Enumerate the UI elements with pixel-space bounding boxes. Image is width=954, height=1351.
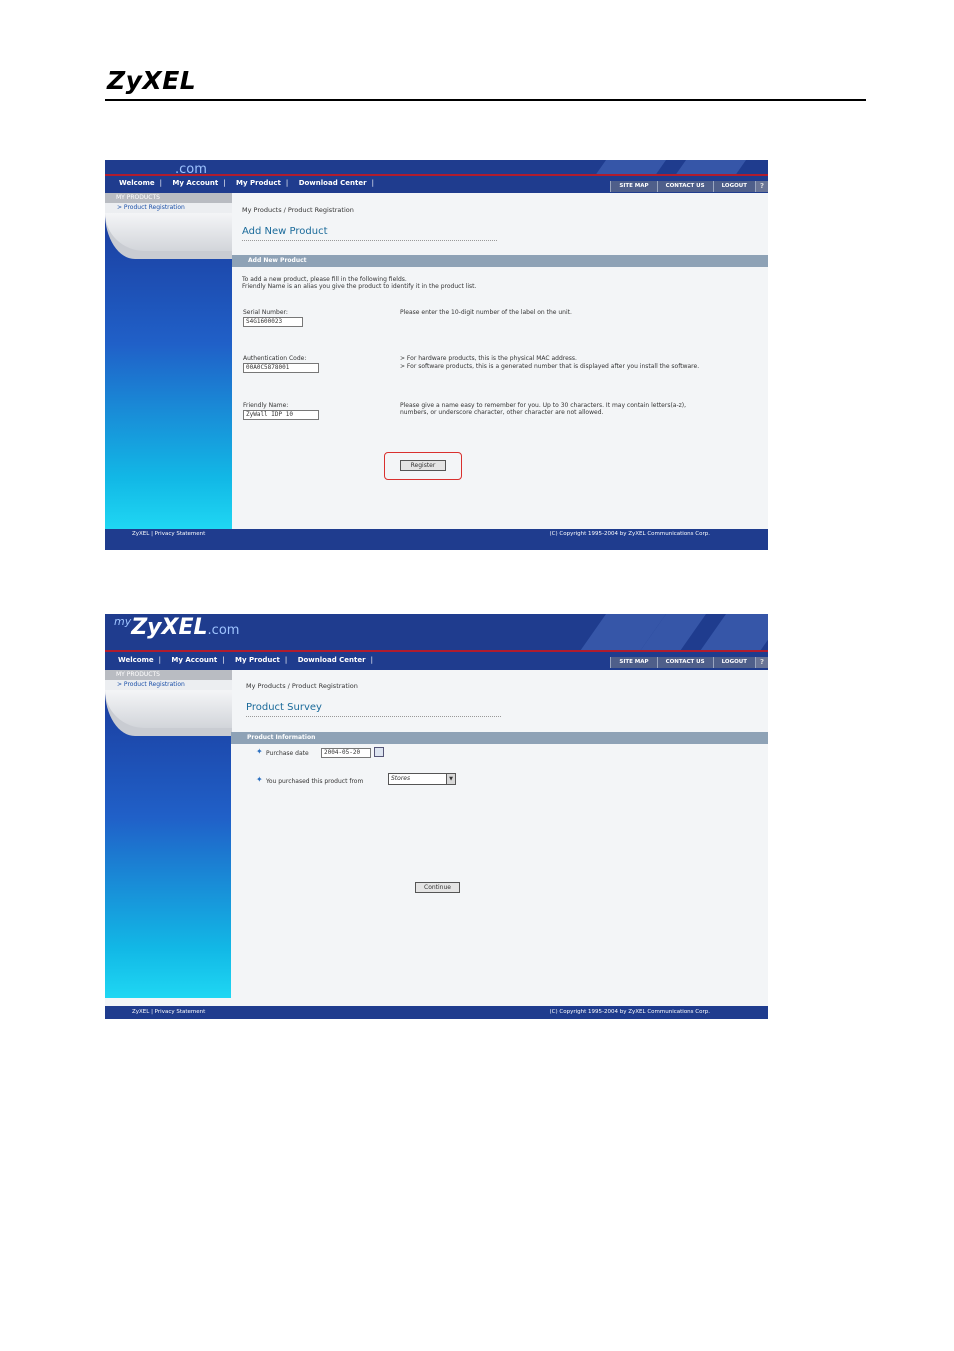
nav-my-account[interactable]: My Account bbox=[171, 656, 217, 664]
sidebar-heading: MY PRODUCTS bbox=[105, 670, 232, 680]
purchase-from-label: You purchased this product from bbox=[266, 778, 364, 785]
footer: ZyXEL | Privacy Statement (C) Copyright … bbox=[105, 1006, 768, 1019]
sidebar-heading: MY PRODUCTS bbox=[105, 193, 232, 203]
section-header: Product Information bbox=[231, 732, 768, 744]
footer-copyright: (C) Copyright 1995-2004 by ZyXEL Communi… bbox=[549, 531, 710, 537]
sidebar-decoration bbox=[105, 690, 232, 736]
continue-button[interactable]: Continue bbox=[415, 882, 460, 893]
serial-number-label: Serial Number: bbox=[243, 309, 288, 316]
serial-number-input[interactable]: S4G1600023 bbox=[243, 317, 303, 327]
footer-copyright: (C) Copyright 1995-2004 by ZyXEL Communi… bbox=[549, 1009, 710, 1015]
nav-welcome[interactable]: Welcome bbox=[118, 656, 154, 664]
screenshot-add-new-product: .com Welcome | My Account | My Product | Do… bbox=[105, 160, 768, 550]
nav-download-center[interactable]: Download Center bbox=[299, 179, 367, 187]
sidebar-item-product-registration[interactable]: > Product Registration bbox=[105, 203, 232, 213]
footer-links[interactable]: ZyXEL | Privacy Statement bbox=[132, 529, 205, 539]
nav-welcome[interactable]: Welcome bbox=[119, 179, 155, 187]
breadcrumb: My Products / Product Registration bbox=[246, 682, 358, 690]
contact-us-link[interactable]: CONTACT US bbox=[656, 181, 713, 192]
site-map-link[interactable]: SITE MAP bbox=[610, 181, 657, 192]
help-icon[interactable]: ? bbox=[755, 181, 768, 192]
sidebar-decoration bbox=[105, 213, 232, 259]
breadcrumb: My Products / Product Registration bbox=[242, 206, 354, 214]
header-rule bbox=[105, 99, 866, 101]
bullet-icon: ✦ bbox=[256, 747, 263, 756]
bullet-icon: ✦ bbox=[256, 775, 263, 784]
friendly-name-label: Friendly Name: bbox=[243, 402, 289, 409]
purchase-date-input[interactable]: 2004-05-20 bbox=[321, 748, 371, 758]
auth-code-hint-1: > For hardware products, this is the phy… bbox=[400, 355, 577, 362]
site-banner: myZyXEL.com bbox=[105, 614, 768, 650]
auth-code-input[interactable]: 00A0C5878001 bbox=[243, 363, 319, 373]
chevron-down-icon[interactable]: ▼ bbox=[446, 774, 455, 784]
site-map-link[interactable]: SITE MAP bbox=[610, 657, 657, 668]
nav-my-product[interactable]: My Product bbox=[235, 656, 280, 664]
purchase-from-select[interactable]: Stores ▼ bbox=[388, 773, 456, 785]
top-nav: Welcome | My Account | My Product | Downloa… bbox=[105, 652, 768, 670]
nav-my-product[interactable]: My Product bbox=[236, 179, 281, 187]
auth-code-label: Authentication Code: bbox=[243, 355, 307, 362]
help-icon[interactable]: ? bbox=[755, 657, 768, 668]
logout-link[interactable]: LOGOUT bbox=[712, 181, 755, 192]
zyxel-logo: ZyXEL bbox=[107, 66, 197, 95]
auth-code-hint-2: > For software products, this is a gener… bbox=[400, 363, 700, 370]
sidebar-item-product-registration[interactable]: > Product Registration bbox=[105, 680, 232, 690]
intro-line-2: Friendly Name is an alias you give the p… bbox=[242, 283, 477, 290]
sidebar: MY PRODUCTS > Product Registration bbox=[105, 193, 232, 529]
screenshot-product-survey: myZyXEL.com Welcome | My Account | My Prod… bbox=[105, 614, 768, 1019]
main-content: My Products / Product Registration Produ… bbox=[231, 670, 768, 1007]
top-nav: Welcome | My Account | My Product | Downloa… bbox=[105, 176, 768, 193]
calendar-icon[interactable] bbox=[374, 747, 384, 757]
footer: ZyXEL | Privacy Statement (C) Copyright … bbox=[105, 529, 768, 550]
contact-us-link[interactable]: CONTACT US bbox=[656, 657, 713, 668]
myzyxel-logo: myZyXEL.com bbox=[114, 615, 240, 640]
purchase-date-label: Purchase date bbox=[266, 750, 309, 757]
footer-links[interactable]: ZyXEL | Privacy Statement bbox=[132, 1007, 205, 1017]
main-content: My Products / Product Registration Add N… bbox=[232, 193, 768, 529]
friendly-name-input[interactable]: ZyWall IDP 10 bbox=[243, 410, 319, 420]
nav-my-account[interactable]: My Account bbox=[172, 179, 218, 187]
sidebar: MY PRODUCTS > Product Registration bbox=[105, 670, 232, 998]
logout-link[interactable]: LOGOUT bbox=[712, 657, 755, 668]
page-title: Add New Product bbox=[242, 226, 328, 237]
page-title: Product Survey bbox=[246, 702, 322, 713]
section-header: Add New Product bbox=[232, 255, 768, 267]
friendly-name-hint-2: numbers, or underscore character, other … bbox=[400, 409, 604, 416]
nav-download-center[interactable]: Download Center bbox=[298, 656, 366, 664]
register-button[interactable]: Register bbox=[400, 460, 446, 471]
serial-number-hint: Please enter the 10-digit number of the … bbox=[400, 309, 572, 316]
